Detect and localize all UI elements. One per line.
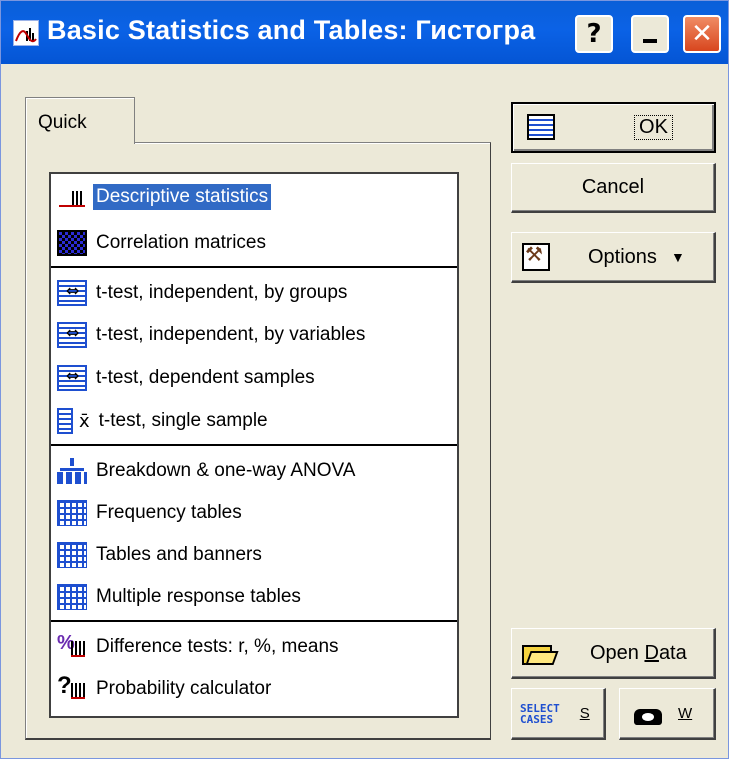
list-separator <box>51 620 457 622</box>
list-item-breakdown-anova[interactable]: Breakdown & one-way ANOVA <box>55 454 453 488</box>
dropdown-arrow-icon: ▼ <box>670 249 685 265</box>
list-item-label: Breakdown & one-way ANOVA <box>96 460 356 481</box>
list-item-frequency-tables[interactable]: Frequency tables <box>55 496 453 530</box>
list-item-label: Difference tests: r, %, means <box>96 636 339 657</box>
list-item-label: Tables and banners <box>96 544 262 565</box>
ttest-single-icon <box>57 408 73 434</box>
select-cases-hotkey: S <box>579 705 590 722</box>
open-data-label: Open Data <box>590 642 687 665</box>
multiple-response-icon <box>57 584 87 610</box>
hammer-icon <box>522 242 550 271</box>
list-separator <box>51 444 457 446</box>
list-item-difference-tests[interactable]: Difference tests: r, %, means <box>55 630 453 664</box>
list-item-label: t-test, independent, by variables <box>96 324 366 345</box>
correlation-matrix-icon <box>57 230 87 256</box>
help-button[interactable]: ? <box>575 15 613 53</box>
open-data-button[interactable]: Open Data <box>511 628 716 679</box>
list-item-label: Probability calculator <box>96 678 272 699</box>
frequency-table-icon <box>57 500 87 526</box>
options-label: Options <box>588 245 657 268</box>
close-button[interactable]: ✕ <box>683 15 721 53</box>
xbar-symbol: x̄ <box>79 410 90 432</box>
list-item-ttest-groups[interactable]: t-test, independent, by groups <box>55 276 453 310</box>
difference-tests-icon <box>57 632 87 660</box>
list-item-descriptive-statistics[interactable]: Descriptive statistics <box>55 180 453 214</box>
ttest-groups-icon <box>57 280 87 306</box>
title-bar[interactable]: Basic Statistics and Tables: Гистогра ? … <box>1 1 728 64</box>
breakdown-anova-icon <box>57 458 87 484</box>
open-data-text: Open <box>590 641 645 664</box>
analysis-list[interactable]: Descriptive statistics Correlation matri… <box>49 172 459 718</box>
cancel-button[interactable]: Cancel <box>511 163 716 213</box>
list-item-label: Frequency tables <box>96 502 242 523</box>
minimize-icon <box>643 39 657 43</box>
list-item-tables-banners[interactable]: Tables and banners <box>55 538 453 572</box>
app-icon <box>13 20 39 46</box>
list-item-probability-calculator[interactable]: Probability calculator <box>55 672 453 706</box>
window-title: Basic Statistics and Tables: Гистогра <box>47 15 536 45</box>
list-item-correlation-matrices[interactable]: Correlation matrices <box>55 226 453 260</box>
list-item-label: Descriptive statistics <box>93 184 272 210</box>
list-item-multiple-response[interactable]: Multiple response tables <box>55 580 453 614</box>
ok-label: OK <box>634 115 673 140</box>
weight-button[interactable]: W <box>619 688 716 740</box>
select-cases-button[interactable]: SELECT CASES S <box>511 688 606 740</box>
list-item-label: t-test, dependent samples <box>96 367 315 388</box>
open-folder-icon <box>522 641 556 665</box>
list-item-ttest-dependent[interactable]: t-test, dependent samples <box>55 361 453 395</box>
tab-quick[interactable]: Quick <box>25 97 135 144</box>
ttest-variables-icon <box>57 322 87 348</box>
dialog-window: Basic Statistics and Tables: Гистогра ? … <box>0 0 729 759</box>
minimize-button[interactable] <box>631 15 669 53</box>
list-item-label: Correlation matrices <box>96 232 266 253</box>
list-item-label: t-test, single sample <box>98 410 268 431</box>
open-data-hotkey: D <box>644 641 659 664</box>
spreadsheet-icon <box>527 114 555 140</box>
tab-quick-label: Quick <box>38 112 87 133</box>
list-item-ttest-single[interactable]: x̄ t-test, single sample <box>55 404 453 438</box>
open-data-text-end: ata <box>658 641 687 664</box>
ok-button[interactable]: OK <box>511 102 716 153</box>
options-button[interactable]: Options ▼ <box>511 232 716 283</box>
list-item-label: t-test, independent, by groups <box>96 282 348 303</box>
list-item-ttest-variables[interactable]: t-test, independent, by variables <box>55 318 453 352</box>
tables-banners-icon <box>57 542 87 568</box>
select-cases-icon: SELECT CASES <box>520 703 560 725</box>
list-separator <box>51 266 457 268</box>
weight-icon <box>634 703 662 725</box>
list-item-label: Multiple response tables <box>96 586 301 607</box>
probability-calculator-icon <box>57 672 87 702</box>
weight-hotkey: W <box>678 705 693 722</box>
ttest-dependent-icon <box>57 365 87 391</box>
descriptive-stats-icon <box>57 184 87 210</box>
select-cases-icon-line2: CASES <box>520 712 554 726</box>
